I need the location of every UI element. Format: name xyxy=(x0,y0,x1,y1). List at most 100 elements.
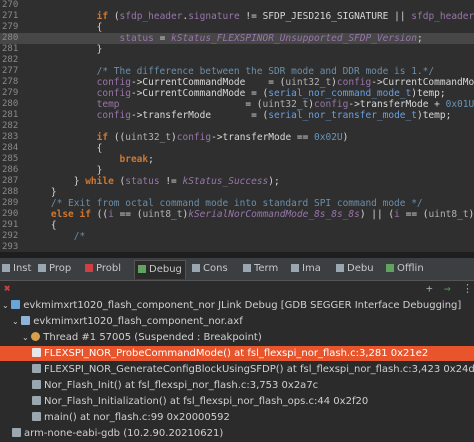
tree-label: evkmimxrt1020_flash_component_nor.axf xyxy=(33,316,243,327)
debug-tree-row[interactable]: ⌄ evkmimxrt1020_flash_component_nor.axf xyxy=(0,314,474,329)
code-text: config->CurrentCommandMode = (serial_nor… xyxy=(96,88,446,99)
step-icon[interactable]: ⇒ xyxy=(444,282,451,295)
line-number: 289 xyxy=(2,198,19,208)
line-number: 277 xyxy=(2,66,19,76)
tab-cons[interactable]: Cons xyxy=(192,260,228,278)
tab-debu[interactable]: Debu xyxy=(336,260,374,278)
code-line: 290 else if ((i == (uint8_t)kSerialNorCo… xyxy=(0,209,474,220)
debug-tree-row[interactable]: FLEXSPI_NOR_ProbeCommandMode() at fsl_fl… xyxy=(0,346,474,361)
debug-tree: ⌄ evkmimxrt1020_flash_component_nor JLin… xyxy=(0,298,474,442)
expand-icon[interactable]: + xyxy=(426,282,433,295)
tab-prop[interactable]: Prop xyxy=(38,260,71,278)
code-line: 287 } while (status != kStatus_Success); xyxy=(0,176,474,187)
view-menu-icon[interactable]: ⋮ xyxy=(462,282,473,295)
code-line: 277 /* The difference between the SDR mo… xyxy=(0,66,474,77)
line-number: 279 xyxy=(2,22,19,32)
tree-label: Nor_Flash_Initialization() at fsl_flexsp… xyxy=(44,396,369,407)
stack-frame-icon xyxy=(32,380,41,389)
stack-frame-icon xyxy=(32,412,41,421)
stack-frame-icon xyxy=(32,348,41,357)
code-line: 282 xyxy=(0,121,474,132)
tab-label: Debu xyxy=(347,263,374,274)
chevron-down-icon[interactable]: ⌄ xyxy=(22,333,31,342)
console-icon xyxy=(192,264,200,272)
code-line: 289 /* Exit from octal command mode into… xyxy=(0,198,474,209)
tree-label: evkmimxrt1020_flash_component_nor JLink … xyxy=(23,300,462,311)
code-line: 278 config->CurrentCommandMode = (uint32… xyxy=(0,77,474,88)
tab-label: Debug xyxy=(149,264,182,275)
stack-frame-icon xyxy=(32,364,41,373)
gdb-icon xyxy=(12,428,21,437)
tree-label: Nor_Flash_Init() at fsl_flexspi_nor_flas… xyxy=(44,380,319,391)
close-marker-icon[interactable]: ✖ xyxy=(4,282,11,295)
tab-ima[interactable]: Ima xyxy=(291,260,321,278)
properties-icon xyxy=(38,264,46,272)
code-line: 283 if ((uint32_t)config->transferMode =… xyxy=(0,132,474,143)
tree-label: arm-none-eabi-gdb (10.2.90.20210621) xyxy=(24,428,224,439)
code-text: if (sfdp_header.signature != SFDP_JESD21… xyxy=(96,11,474,22)
debug-tree-row[interactable]: ⌄ Thread #1 57005 (Suspended : Breakpoin… xyxy=(0,330,474,345)
tab-debug[interactable]: Debug xyxy=(134,260,186,279)
code-text: temp = (uint32_t)config->transferMode + … xyxy=(96,99,474,110)
code-text: { xyxy=(28,22,103,33)
line-number: 291 xyxy=(2,220,19,230)
code-line: 279 { xyxy=(0,22,474,33)
line-number: 290 xyxy=(2,209,19,219)
debug-tree-row[interactable]: arm-none-eabi-gdb (10.2.90.20210621) xyxy=(0,426,474,441)
line-number: 280 xyxy=(2,99,19,109)
code-line: 282 xyxy=(0,55,474,66)
chevron-down-icon[interactable]: ⌄ xyxy=(12,317,21,326)
code-line: 281 config->transferMode = (serial_nor_t… xyxy=(0,110,474,121)
thread-icon xyxy=(31,332,41,341)
view-tab-bar: Inst Prop Probl Debug Cons Term Ima Debu Offlin xyxy=(0,258,474,281)
line-number: 287 xyxy=(2,176,19,186)
code-text: break; xyxy=(119,154,154,165)
debug-icon xyxy=(138,265,146,273)
code-line: 279 config->CurrentCommandMode = (serial… xyxy=(0,88,474,99)
code-line: 280 temp = (uint32_t)config->transferMod… xyxy=(0,99,474,110)
line-number: 278 xyxy=(2,77,19,87)
tree-label: FLEXSPI_NOR_GenerateConfigBlockUsingSFDP… xyxy=(44,364,474,375)
code-text: } xyxy=(28,165,103,176)
image-icon xyxy=(291,264,299,272)
debug-tree-row[interactable]: Nor_Flash_Initialization() at fsl_flexsp… xyxy=(0,394,474,409)
code-text: status = kStatus_FLEXSPINOR_Unsupported_… xyxy=(119,33,423,44)
debugger-console-icon xyxy=(336,264,344,272)
chevron-down-icon[interactable]: ⌄ xyxy=(2,301,11,310)
line-number: 283 xyxy=(2,132,19,142)
line-number: 286 xyxy=(2,165,19,175)
line-number: 292 xyxy=(2,231,19,241)
line-number: 282 xyxy=(2,55,19,65)
code-line: 288 } xyxy=(0,187,474,198)
line-number: 282 xyxy=(2,121,19,131)
debug-tree-row[interactable]: main() at nor_flash.c:99 0x20000592 xyxy=(0,410,474,425)
executable-icon xyxy=(21,316,31,325)
code-line: 284 { xyxy=(0,143,474,154)
tab-label: Prop xyxy=(49,263,72,274)
line-number: 279 xyxy=(2,88,19,98)
code-line: 292 /* xyxy=(0,231,474,242)
tab-label: Term xyxy=(254,263,279,274)
line-number: 285 xyxy=(2,154,19,164)
debug-tree-row[interactable]: FLEXSPI_NOR_GenerateConfigBlockUsingSFDP… xyxy=(0,362,474,377)
debug-tree-row[interactable]: ⌄ evkmimxrt1020_flash_component_nor JLin… xyxy=(0,298,474,313)
tab-label: Offlin xyxy=(397,263,424,274)
tree-label: FLEXSPI_NOR_ProbeCommandMode() at fsl_fl… xyxy=(44,348,429,359)
code-text: config->transferMode = (serial_nor_trans… xyxy=(96,110,452,121)
code-editor[interactable]: 270 271 if (sfdp_header.signature != SFDP… xyxy=(0,0,474,252)
debug-tree-row[interactable]: Nor_Flash_Init() at fsl_flexspi_nor_flas… xyxy=(0,378,474,393)
code-text: if ((uint32_t)config->transferMode == 0x… xyxy=(96,132,349,143)
line-number: 293 xyxy=(2,242,19,252)
tab-term[interactable]: Term xyxy=(243,260,278,278)
code-text: /* The difference between the SDR mode a… xyxy=(28,66,435,77)
line-number: 281 xyxy=(2,110,19,120)
tab-probl[interactable]: Probl xyxy=(85,260,121,278)
code-text: else if ((i == (uint8_t)kSerialNorComman… xyxy=(50,209,474,220)
code-line: 280 status = kStatus_FLEXSPINOR_Unsuppor… xyxy=(0,33,474,44)
tab-inst[interactable]: Inst xyxy=(2,260,31,278)
line-number: 271 xyxy=(2,11,19,21)
code-line: 285 break; xyxy=(0,154,474,165)
line-number: 284 xyxy=(2,143,19,153)
tab-offlin[interactable]: Offlin xyxy=(386,260,424,278)
code-text: { xyxy=(28,143,103,154)
